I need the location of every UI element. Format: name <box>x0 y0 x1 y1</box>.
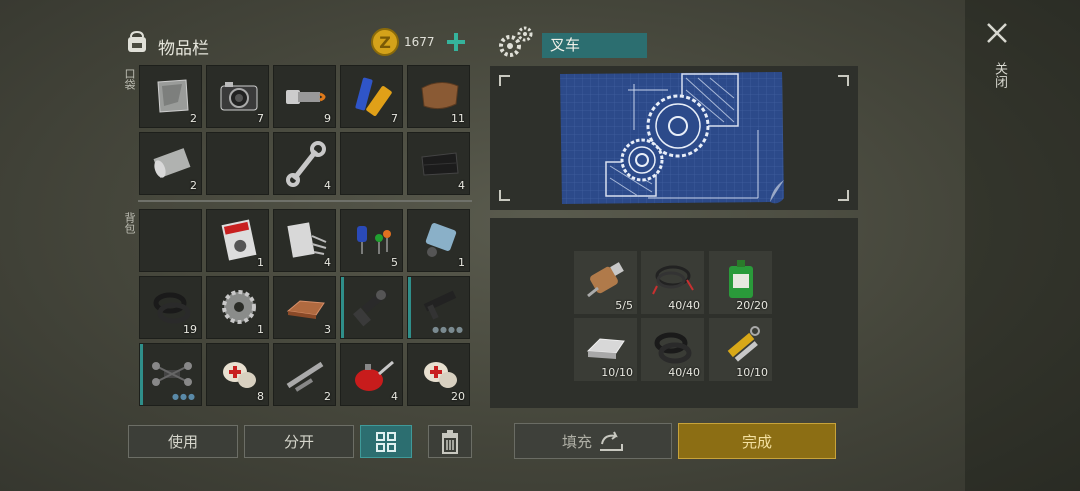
backpack-slot[interactable]: 1 <box>206 276 269 339</box>
durability-bar <box>408 277 411 338</box>
drone-icon <box>152 362 192 386</box>
add-coins-button[interactable] <box>441 27 471 57</box>
blueprint-panel <box>490 66 858 210</box>
pocket-slot[interactable]: 4 <box>407 132 470 195</box>
trash-icon <box>442 429 458 454</box>
blueprint-image <box>560 72 784 204</box>
rubber-gasket-icon <box>654 332 692 364</box>
black-cloth-icon <box>421 152 459 176</box>
ingredient-slot[interactable]: 5/5 <box>574 251 637 314</box>
backpack-slot[interactable]: 4 <box>273 209 336 272</box>
sort-grid-button[interactable] <box>360 425 412 458</box>
backpack-label: 背包 <box>123 212 136 234</box>
durability-bar <box>140 344 143 405</box>
settings-gears-icon <box>499 26 533 57</box>
grid-icon <box>376 431 396 452</box>
pocket-slot[interactable]: 2 <box>139 65 202 128</box>
ingredient-slot[interactable]: 10/10 <box>574 318 637 381</box>
nails-bag-icon <box>287 222 327 258</box>
complete-button[interactable]: 完成 <box>678 423 836 459</box>
inventory-title: 物品栏 <box>158 39 209 59</box>
backpack-slot[interactable] <box>340 276 403 339</box>
ingredient-slot[interactable]: 40/40 <box>641 318 704 381</box>
close-button[interactable]: 关闭 <box>984 20 1012 100</box>
coin-icon: Z <box>371 28 399 56</box>
backpack-slot[interactable]: 5 <box>340 209 403 272</box>
plus-icon <box>447 33 465 51</box>
section-divider <box>138 200 472 202</box>
split-button[interactable]: 分开 <box>244 425 354 458</box>
pocket-slot[interactable]: 2 <box>139 132 202 195</box>
electronic-components-icon <box>357 226 391 254</box>
ingredient-slot[interactable]: 20/20 <box>709 251 772 314</box>
batteries-icon <box>355 77 392 116</box>
right-strip <box>965 0 1080 491</box>
wires-icon <box>652 265 694 295</box>
metal-rods-icon <box>286 361 324 392</box>
durability-bar <box>341 277 344 338</box>
ammo-dots: ●●● <box>172 392 196 401</box>
backpack-slot[interactable]: 1 <box>407 209 470 272</box>
backpack-slot[interactable]: ●●● <box>139 343 202 406</box>
backpack-slot[interactable]: 20 <box>407 343 470 406</box>
pocket-label: 口袋 <box>123 68 136 90</box>
pocket-slot[interactable]: 9 <box>273 65 336 128</box>
backpack-slot[interactable]: 3 <box>273 276 336 339</box>
copper-ingot-icon <box>286 300 325 319</box>
fill-button[interactable]: 填充 <box>514 423 672 459</box>
pocket-slot-empty[interactable] <box>340 132 403 195</box>
pocket-slot[interactable]: 11 <box>407 65 470 128</box>
motor-oil-icon <box>729 260 753 298</box>
camera-icon <box>220 82 258 111</box>
steel-ingot-icon <box>586 338 625 359</box>
backpack-slot[interactable]: 8 <box>206 343 269 406</box>
backpack-slot[interactable]: 4 <box>340 343 403 406</box>
wrench-icon <box>286 141 326 187</box>
backpack-slot-empty[interactable] <box>139 209 202 272</box>
fill-label: 填充 <box>561 432 592 451</box>
gear-icon <box>222 290 256 324</box>
fill-arrow-icon <box>600 431 623 451</box>
pocket-slot[interactable]: 7 <box>206 65 269 128</box>
grenade-launcher-icon <box>353 288 389 327</box>
backpack-slot[interactable]: 1 <box>206 209 269 272</box>
oil-can-icon <box>355 360 394 391</box>
pocket-slot[interactable]: 7 <box>340 65 403 128</box>
motorcycle-magazine-icon <box>221 219 257 261</box>
svg-text:Z: Z <box>379 33 391 52</box>
ammo-dots: ●●●● <box>432 325 464 334</box>
ingredient-slot[interactable]: 10/10 <box>709 318 772 381</box>
backpack-slot[interactable]: 19 <box>139 276 202 339</box>
gas-canister-icon <box>425 223 457 257</box>
smg-icon <box>423 290 457 320</box>
coin-count: 1677 <box>404 35 435 49</box>
sheet-roll-icon <box>153 148 191 178</box>
trash-button[interactable] <box>428 425 472 458</box>
close-label: 关闭 <box>992 62 1007 88</box>
pocket-slot[interactable]: 4 <box>273 132 336 195</box>
flashlight-icon <box>286 90 326 104</box>
hydraulic-cylinder-icon <box>727 326 760 362</box>
pocket-slot-empty[interactable] <box>206 132 269 195</box>
metal-plate-icon <box>157 79 189 113</box>
craft-item-name: 叉车 <box>542 33 647 58</box>
electric-motor-icon <box>587 262 624 298</box>
ingredient-slot[interactable]: 40/40 <box>641 251 704 314</box>
close-icon <box>987 23 1007 43</box>
backpack-slot[interactable]: 2 <box>273 343 336 406</box>
backpack-icon <box>128 30 146 52</box>
backpack-slot[interactable]: ●●●● <box>407 276 470 339</box>
first-aid-bandage-icon <box>223 362 256 388</box>
use-button[interactable]: 使用 <box>128 425 238 458</box>
